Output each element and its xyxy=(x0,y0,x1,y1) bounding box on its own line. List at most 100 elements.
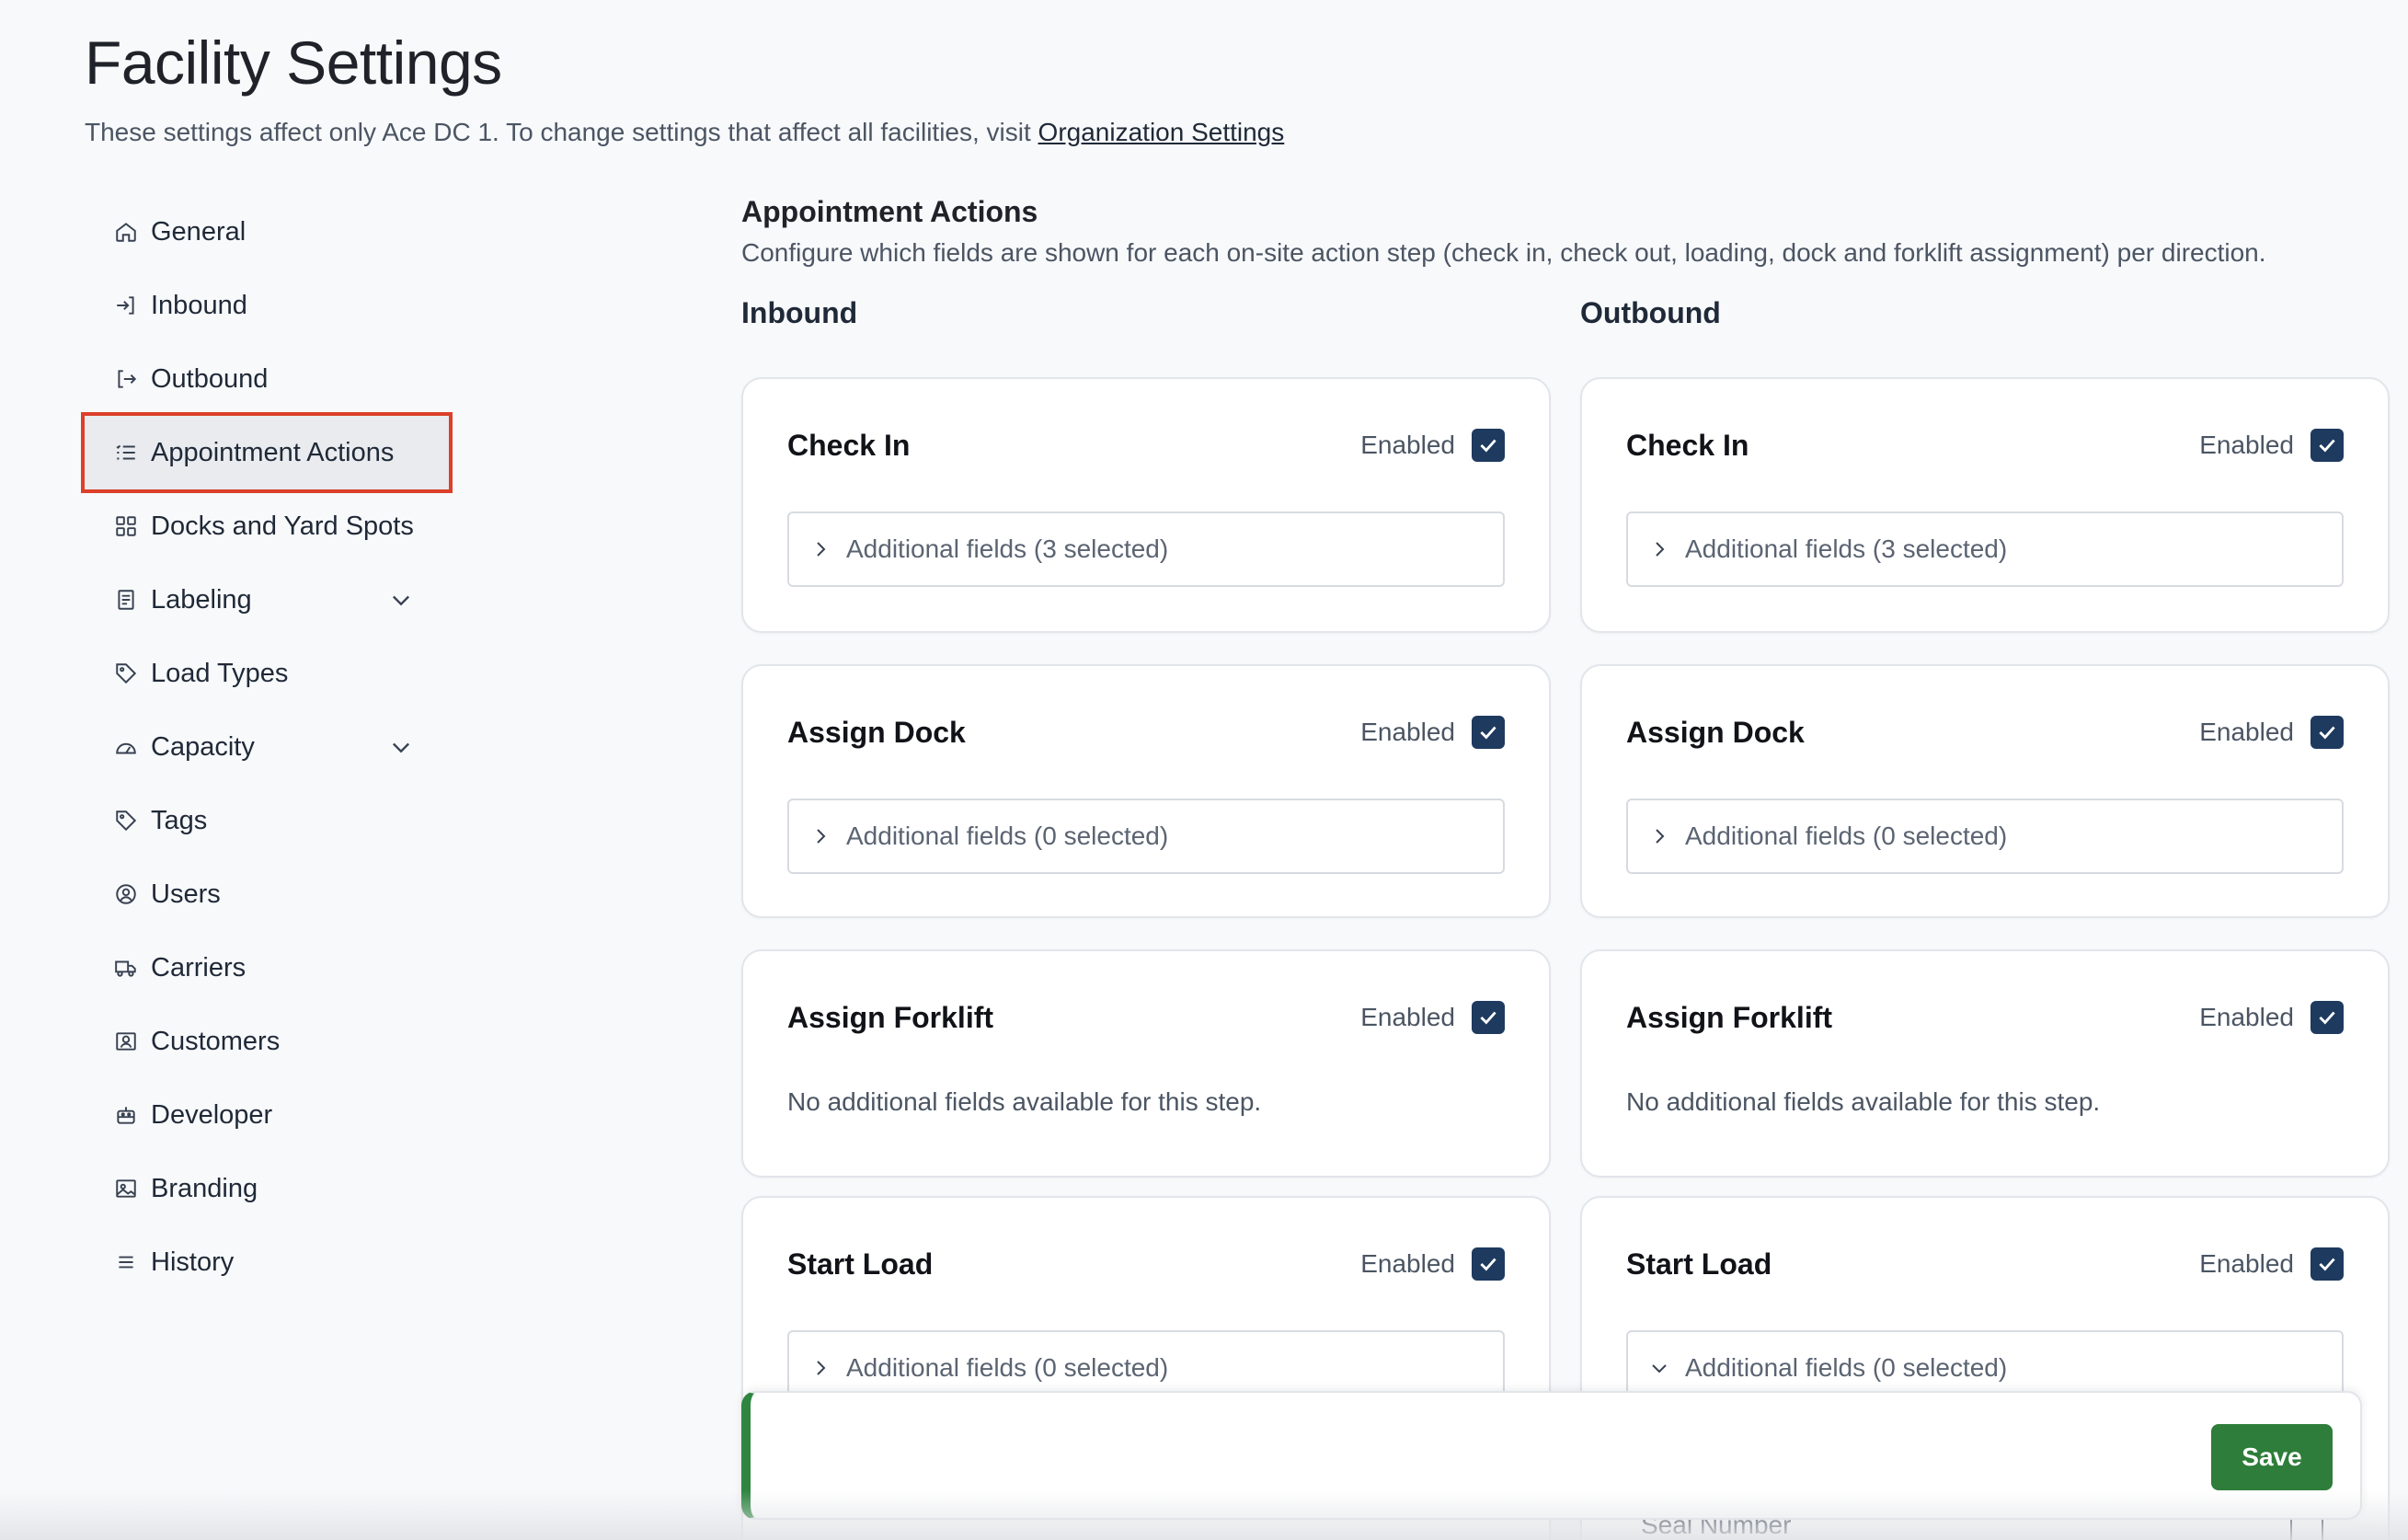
image-icon xyxy=(112,1175,140,1202)
sidebar-item-label: Inbound xyxy=(151,290,247,320)
chevron-down-icon[interactable] xyxy=(388,734,414,760)
card-title: Assign Dock xyxy=(1626,716,1805,749)
enabled-toggle: Enabled xyxy=(2199,1247,2344,1281)
page-subtitle: These settings affect only Ace DC 1. To … xyxy=(85,118,1284,147)
sidebar-item-carriers[interactable]: Carriers xyxy=(85,931,453,1005)
sidebar-item-capacity[interactable]: Capacity xyxy=(85,710,453,784)
sidebar-item-label: Customers xyxy=(151,1026,281,1056)
sidebar-item-developer[interactable]: Developer xyxy=(85,1078,453,1152)
check-icon xyxy=(2319,439,2335,453)
enabled-checkbox[interactable] xyxy=(1472,1001,1505,1034)
inbound-column-label: Inbound xyxy=(741,296,858,329)
chevron-down-icon[interactable] xyxy=(388,587,414,613)
additional-fields-toggle[interactable]: Additional fields (0 selected) xyxy=(1626,799,2344,874)
sidebar-item-customers[interactable]: Customers xyxy=(85,1005,453,1078)
enabled-checkbox[interactable] xyxy=(1472,716,1505,749)
check-icon xyxy=(2319,726,2335,740)
sidebar-item-tags[interactable]: Tags xyxy=(85,784,453,857)
sidebar-item-docks-and-yard-spots[interactable]: Docks and Yard Spots xyxy=(85,489,453,563)
save-bar: Save xyxy=(741,1391,2362,1520)
card-title: Assign Dock xyxy=(787,716,966,749)
card-title: Start Load xyxy=(787,1247,934,1281)
enabled-label: Enabled xyxy=(1360,431,1455,459)
settings-sidebar: General Inbound Outbound Appointment Act… xyxy=(81,195,453,1299)
contact-icon xyxy=(112,1028,140,1055)
enabled-checkbox[interactable] xyxy=(1472,429,1505,462)
card-title: Assign Forklift xyxy=(787,1001,994,1034)
enabled-checkbox[interactable] xyxy=(2311,1001,2344,1034)
enabled-toggle: Enabled xyxy=(1360,1247,1505,1281)
robot-icon xyxy=(112,1101,140,1129)
additional-fields-toggle[interactable]: Additional fields (0 selected) xyxy=(787,799,1505,874)
enabled-toggle: Enabled xyxy=(2199,429,2344,462)
sidebar-item-label: Docks and Yard Spots xyxy=(151,511,414,541)
outbound-assign-forklift-card: Assign Forklift Enabled No additional fi… xyxy=(1580,949,2390,1178)
organization-settings-link[interactable]: Organization Settings xyxy=(1038,118,1285,146)
sidebar-item-label: Branding xyxy=(151,1173,258,1203)
home-icon xyxy=(112,218,140,246)
sidebar-item-branding[interactable]: Branding xyxy=(85,1152,453,1225)
enabled-checkbox[interactable] xyxy=(2311,429,2344,462)
additional-fields-toggle[interactable]: Additional fields (3 selected) xyxy=(1626,511,2344,587)
sidebar-item-label: Tags xyxy=(151,805,208,835)
enabled-toggle: Enabled xyxy=(1360,429,1505,462)
sidebar-item-users[interactable]: Users xyxy=(85,857,453,931)
check-icon xyxy=(2319,1258,2335,1271)
additional-fields-toggle[interactable]: Additional fields (3 selected) xyxy=(787,511,1505,587)
enabled-label: Enabled xyxy=(1360,718,1455,746)
enabled-checkbox[interactable] xyxy=(2311,716,2344,749)
menu-icon xyxy=(112,1248,140,1276)
sidebar-item-label: Capacity xyxy=(151,731,255,762)
card-title: Check In xyxy=(1626,429,1749,462)
page-subtitle-text: These settings affect only Ace DC 1. To … xyxy=(85,118,1038,146)
sidebar-item-outbound[interactable]: Outbound xyxy=(85,342,453,416)
sidebar-item-inbound[interactable]: Inbound xyxy=(85,269,453,342)
additional-fields-label: Additional fields (0 selected) xyxy=(1685,822,2008,850)
sidebar-item-label: Outbound xyxy=(151,363,269,394)
additional-fields-label: Additional fields (3 selected) xyxy=(846,534,1169,563)
page-title: Facility Settings xyxy=(85,29,502,97)
enabled-label: Enabled xyxy=(2199,1003,2294,1031)
truck-icon xyxy=(112,954,140,982)
check-icon xyxy=(1480,1011,1496,1025)
additional-fields-label: Additional fields (3 selected) xyxy=(1685,534,2008,563)
sidebar-item-label: Appointment Actions xyxy=(151,437,395,467)
check-icon xyxy=(1480,1258,1496,1271)
outbound-icon xyxy=(112,365,140,393)
enabled-label: Enabled xyxy=(1360,1003,1455,1031)
enabled-toggle: Enabled xyxy=(1360,1001,1505,1034)
check-icon xyxy=(2319,1011,2335,1025)
inbound-icon xyxy=(112,292,140,319)
enabled-checkbox[interactable] xyxy=(2311,1247,2344,1281)
sidebar-item-label: General xyxy=(151,216,247,247)
section-description: Configure which fields are shown for eac… xyxy=(741,238,2266,267)
enabled-toggle: Enabled xyxy=(1360,716,1505,749)
grid-icon xyxy=(112,512,140,540)
chevron-down-icon xyxy=(1652,1364,1667,1373)
chevron-right-icon xyxy=(817,542,826,557)
sidebar-item-labeling[interactable]: Labeling xyxy=(85,563,453,637)
sidebar-item-label: Labeling xyxy=(151,584,252,615)
inbound-assign-forklift-card: Assign Forklift Enabled No additional fi… xyxy=(741,949,1551,1178)
label-icon xyxy=(112,586,140,614)
card-title: Check In xyxy=(787,429,911,462)
card-title: Start Load xyxy=(1626,1247,1772,1281)
save-button[interactable]: Save xyxy=(2211,1424,2333,1490)
additional-fields-label: Additional fields (0 selected) xyxy=(846,1353,1169,1382)
card-title: Assign Forklift xyxy=(1626,1001,1833,1034)
outbound-assign-dock-card: Assign Dock Enabled Additional fields (0… xyxy=(1580,664,2390,918)
enabled-label: Enabled xyxy=(2199,431,2294,459)
enabled-label: Enabled xyxy=(1360,1249,1455,1278)
sidebar-item-general[interactable]: General xyxy=(85,195,453,269)
sidebar-item-history[interactable]: History xyxy=(85,1225,453,1299)
no-additional-fields-note: No additional fields available for this … xyxy=(787,1087,1262,1116)
user-icon xyxy=(112,880,140,908)
sidebar-item-appointment-actions[interactable]: Appointment Actions xyxy=(81,412,453,493)
sidebar-item-label: Users xyxy=(151,879,221,909)
sidebar-item-load-types[interactable]: Load Types xyxy=(85,637,453,710)
sidebar-item-label: History xyxy=(151,1247,235,1277)
chevron-right-icon xyxy=(817,1361,826,1375)
chevron-right-icon xyxy=(1656,829,1665,844)
page-header: Facility Settings These settings affect … xyxy=(85,28,1284,147)
enabled-checkbox[interactable] xyxy=(1472,1247,1505,1281)
